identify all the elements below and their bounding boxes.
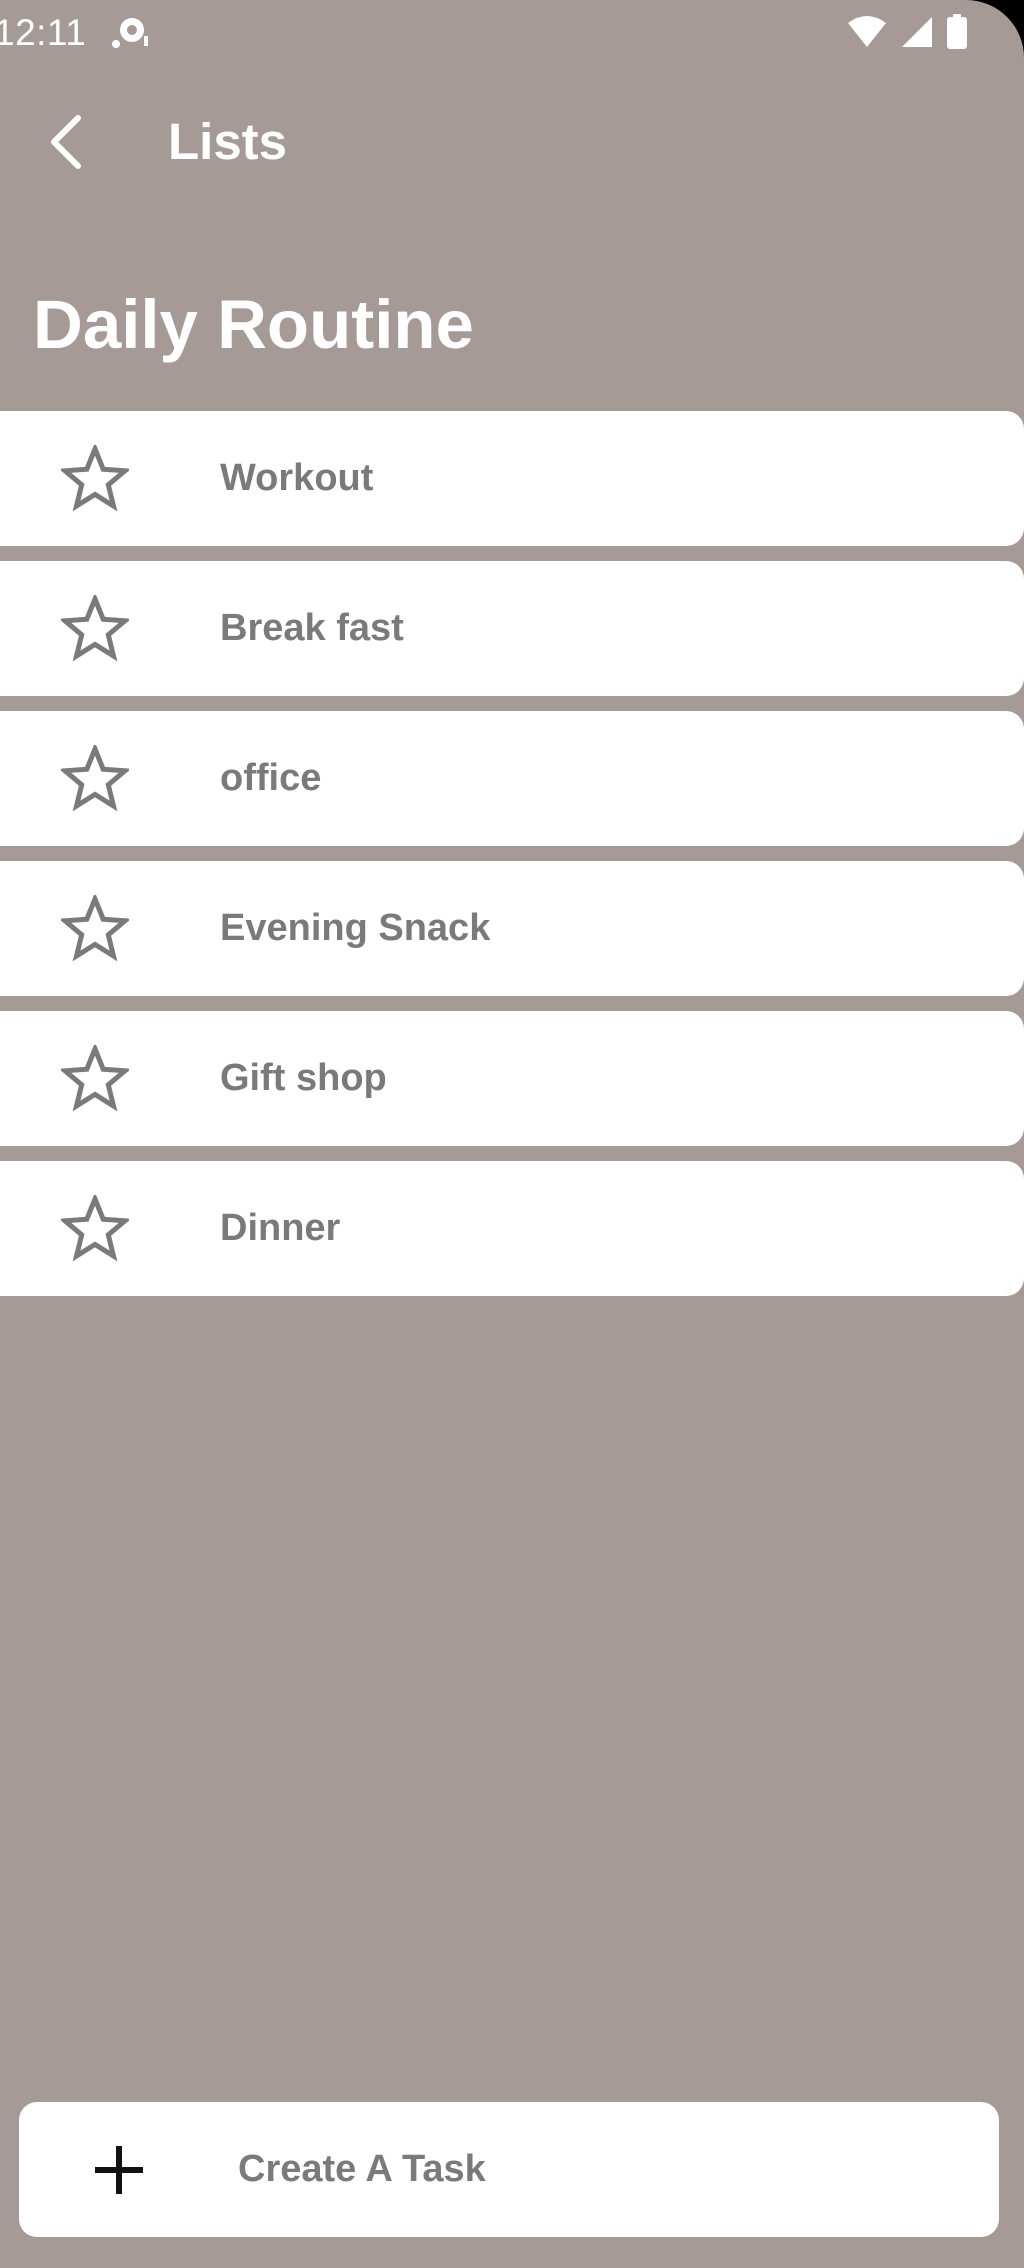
status-bar: 12:11 [0, 0, 1024, 68]
task-label: Workout [220, 457, 374, 499]
status-time: 12:11 [0, 12, 87, 53]
battery-icon [946, 14, 968, 55]
list-item[interactable]: office [0, 711, 1024, 846]
star-outline-icon[interactable] [60, 1193, 130, 1263]
status-icons [846, 14, 968, 55]
task-label: Gift shop [220, 1057, 387, 1099]
notification-icon [110, 16, 150, 50]
task-label: Break fast [220, 607, 404, 649]
star-outline-icon[interactable] [60, 1043, 130, 1113]
signal-icon [900, 15, 934, 54]
back-button[interactable] [36, 110, 96, 174]
task-list: Workout Break fast office Evening Snack … [0, 411, 1024, 1311]
list-item[interactable]: Evening Snack [0, 861, 1024, 996]
star-outline-icon[interactable] [60, 743, 130, 813]
list-item[interactable]: Workout [0, 411, 1024, 546]
plus-icon [89, 2140, 149, 2200]
list-item[interactable]: Gift shop [0, 1011, 1024, 1146]
app-bar: Lists [0, 96, 1024, 188]
back-arrow-icon [51, 115, 81, 169]
star-outline-icon[interactable] [60, 593, 130, 663]
task-label: Dinner [220, 1207, 341, 1249]
list-item[interactable]: Dinner [0, 1161, 1024, 1296]
page-title: Daily Routine [33, 286, 474, 363]
create-task-label: Create A Task [238, 2148, 486, 2190]
create-task-button[interactable]: Create A Task [19, 2102, 999, 2237]
star-outline-icon[interactable] [60, 443, 130, 513]
star-outline-icon[interactable] [60, 893, 130, 963]
task-label: office [220, 757, 322, 799]
task-label: Evening Snack [220, 907, 491, 949]
wifi-icon [846, 15, 888, 54]
app-bar-title: Lists [168, 113, 288, 170]
screen: 12:11 Lists Daily Routine Workout Break … [0, 0, 1024, 2268]
list-item[interactable]: Break fast [0, 561, 1024, 696]
